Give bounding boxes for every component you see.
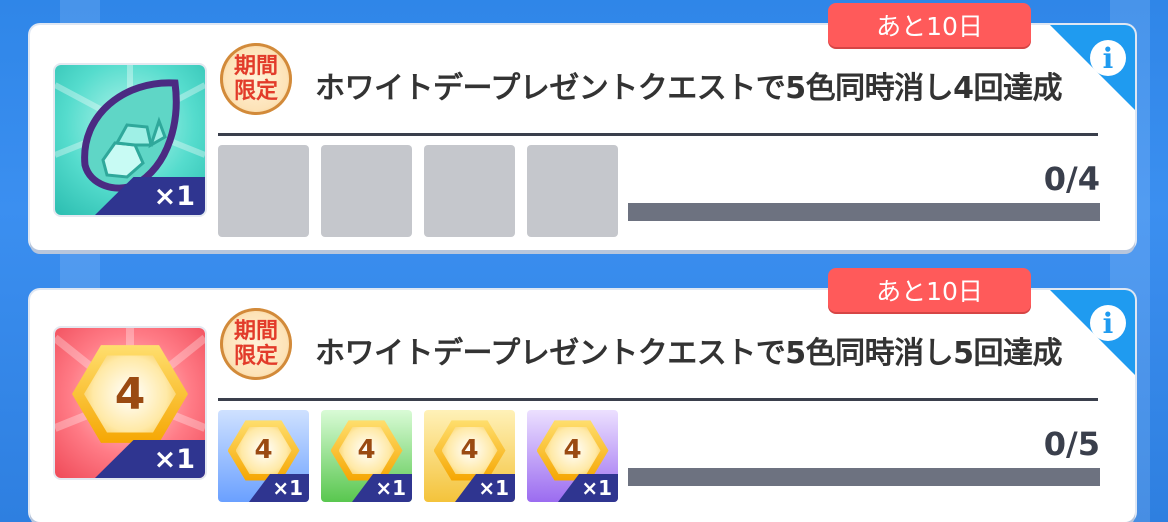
reward-item-hex-medal[interactable]: 4 ×1 bbox=[55, 328, 205, 478]
reward-slot-blue[interactable]: 4 ×1 bbox=[218, 410, 309, 502]
medal-number: 4 bbox=[235, 426, 292, 474]
progress-count: 0/5 bbox=[1043, 425, 1100, 463]
quest-card[interactable]: あと10日 i ×1 期間 限定 ホワイトデープレゼントクエストで5色同時消し4… bbox=[30, 3, 1135, 250]
medal-number: 4 bbox=[84, 355, 176, 433]
progress-bar bbox=[628, 203, 1100, 221]
badge-line2: 限定 bbox=[233, 79, 278, 104]
empty-reward-slot bbox=[527, 145, 618, 237]
deadline-badge: あと10日 bbox=[828, 3, 1031, 47]
progress-bar bbox=[628, 468, 1100, 486]
hex-medal-icon: 4 bbox=[330, 420, 403, 481]
quest-title: ホワイトデープレゼントクエストで5色同時消し4回達成 bbox=[315, 71, 1062, 106]
divider bbox=[218, 398, 1098, 401]
reward-item-leaf-stone[interactable]: ×1 bbox=[55, 65, 205, 215]
medal-number: 4 bbox=[441, 426, 498, 474]
empty-reward-slot bbox=[321, 145, 412, 237]
badge-line1: 期間 bbox=[233, 54, 278, 79]
limited-time-badge: 期間 限定 bbox=[220, 43, 292, 115]
progress-count: 0/4 bbox=[1043, 160, 1100, 198]
divider bbox=[218, 133, 1098, 136]
hex-medal-icon: 4 bbox=[227, 420, 300, 481]
limited-time-badge: 期間 限定 bbox=[220, 308, 292, 380]
quest-title: ホワイトデープレゼントクエストで5色同時消し5回達成 bbox=[315, 336, 1062, 371]
reward-slot-green[interactable]: 4 ×1 bbox=[321, 410, 412, 502]
badge-line2: 限定 bbox=[233, 344, 278, 369]
quest-card[interactable]: あと10日 i 4 ×1 期間 限定 ホワイトデープレゼントクエストで5色同時消… bbox=[30, 268, 1135, 522]
empty-reward-slot bbox=[218, 145, 309, 237]
deadline-badge: あと10日 bbox=[828, 268, 1031, 312]
empty-reward-slot bbox=[424, 145, 515, 237]
reward-slots bbox=[218, 145, 618, 237]
hex-medal-icon: 4 bbox=[433, 420, 506, 481]
badge-line1: 期間 bbox=[233, 319, 278, 344]
reward-slot-yellow[interactable]: 4 ×1 bbox=[424, 410, 515, 502]
info-icon[interactable]: i bbox=[1090, 40, 1126, 76]
reward-slots: 4 ×1 4 ×1 4 ×1 4 ×1 bbox=[218, 410, 618, 502]
medal-number: 4 bbox=[544, 426, 601, 474]
medal-number: 4 bbox=[338, 426, 395, 474]
info-icon[interactable]: i bbox=[1090, 305, 1126, 341]
reward-slot-purple[interactable]: 4 ×1 bbox=[527, 410, 618, 502]
hex-medal-icon: 4 bbox=[536, 420, 609, 481]
